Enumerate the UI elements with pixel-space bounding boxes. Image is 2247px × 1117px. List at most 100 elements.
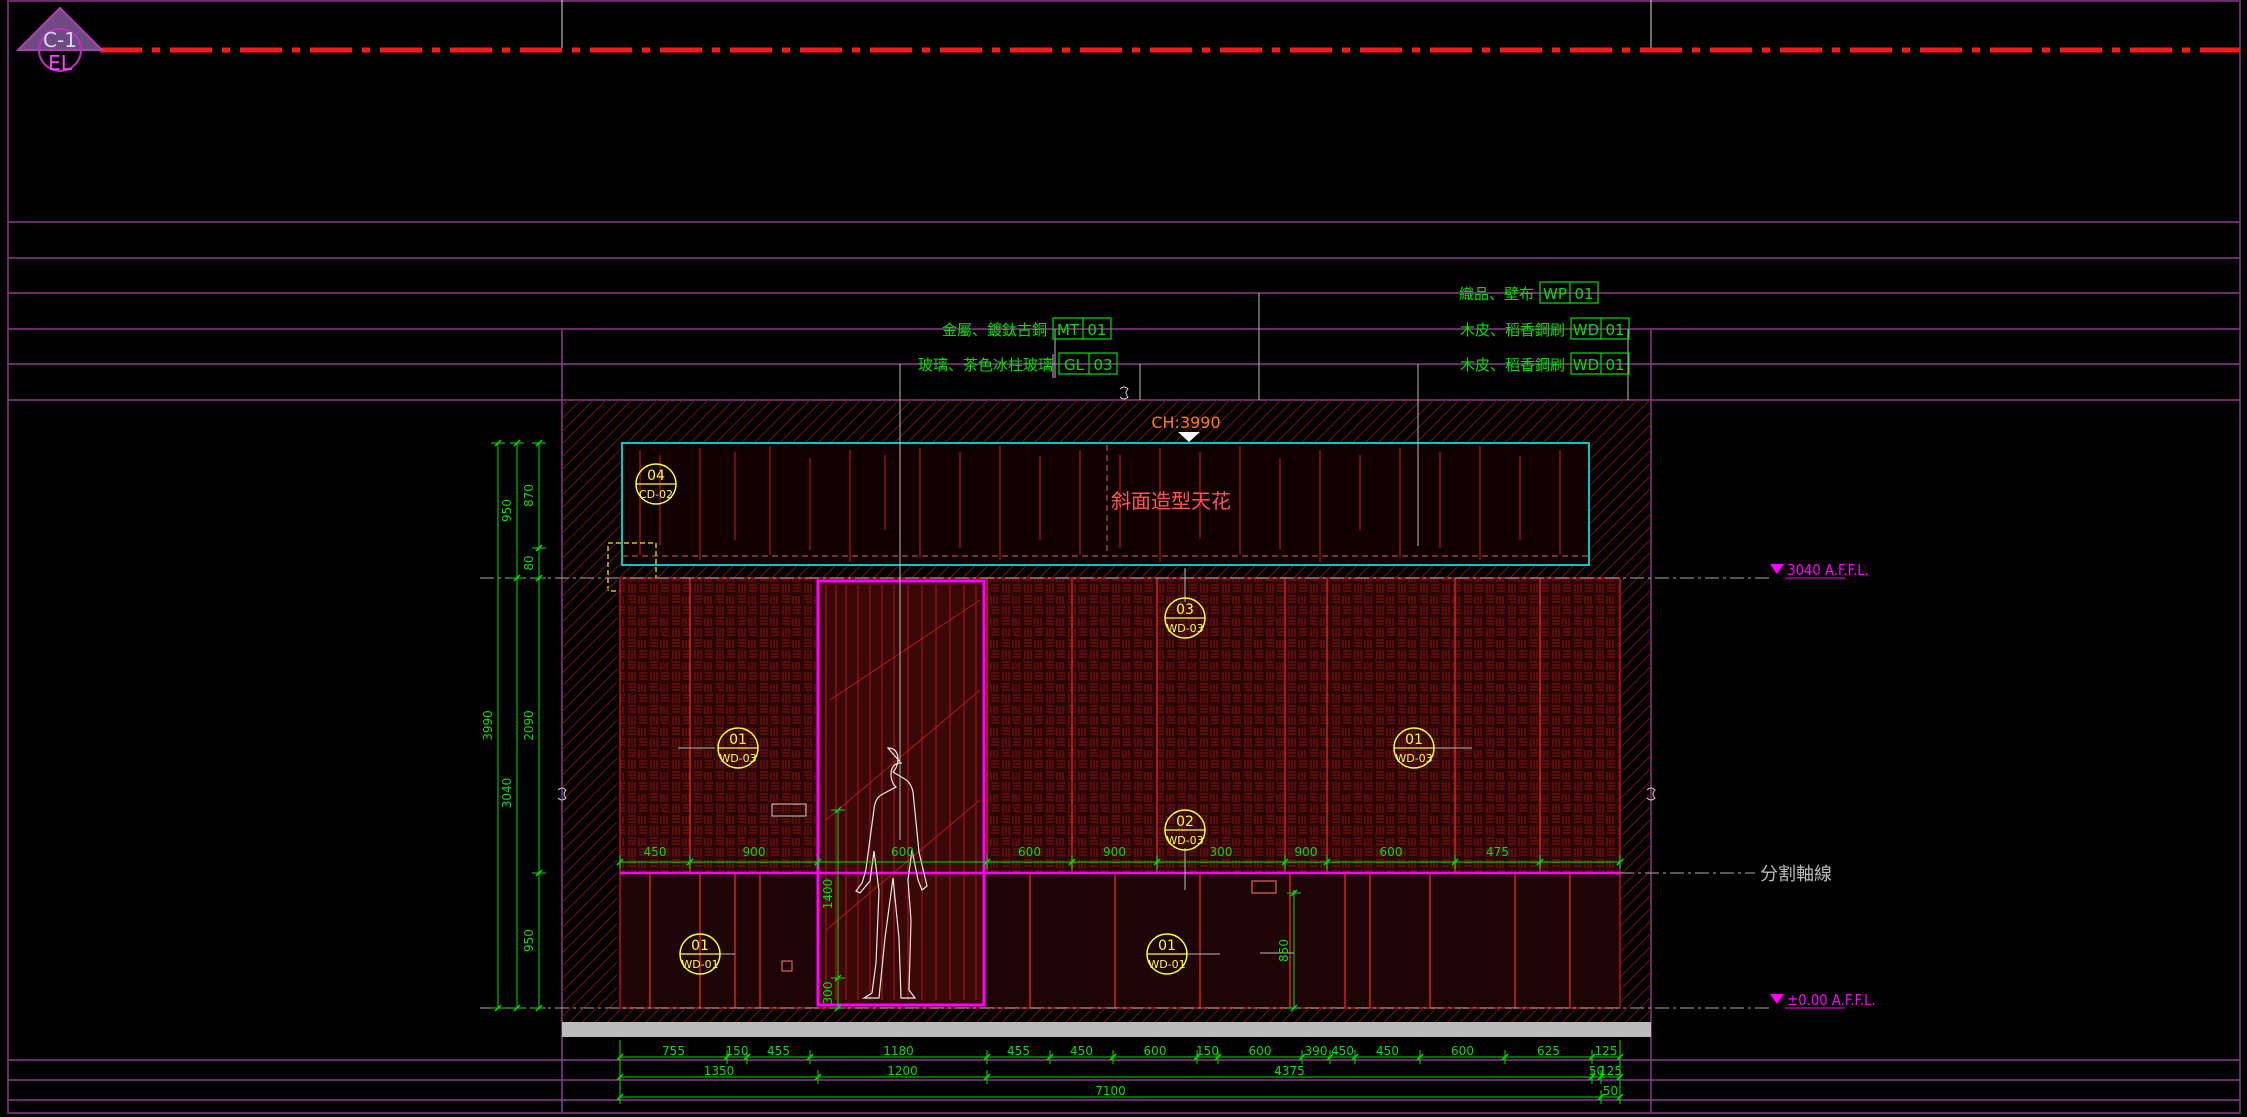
section-marker-top: C-1	[43, 28, 77, 52]
dimension-value: 600	[891, 845, 914, 859]
ceiling-zone: CH:3990 斜面造型天花	[562, 400, 1651, 592]
material-callout-code: GL	[1064, 356, 1085, 374]
detail-tag-number: 04	[647, 468, 665, 484]
dimension-value: 455	[767, 1044, 790, 1058]
detail-tag-number: 01	[1158, 938, 1176, 954]
dimension-value: 1200	[887, 1064, 918, 1078]
dimension-value: 150	[726, 1044, 749, 1058]
dimension-chain-horizontal: 755 150 455 1180 455 450 600 150 600 390 450 450 600…	[616, 1044, 1624, 1064]
material-callout-number: 01	[1087, 321, 1106, 339]
detail-tag[interactable]: 03 WD-03	[1164, 597, 1206, 639]
dimension-value: 50	[1603, 1084, 1618, 1098]
level-marker-floor-triangle	[1770, 994, 1784, 1004]
dimension-value: 7100	[1095, 1084, 1126, 1098]
dimension-value: 125	[1599, 1064, 1622, 1078]
material-callouts: 金屬、鍍鈦古銅 MT 01 玻璃、茶色冰柱玻璃 GL 03 織品、壁布 WP 01 木皮、稻香鋼刷…	[918, 281, 1630, 375]
level-marker-ceiling-text: 3040 A.F.F.L.	[1787, 562, 1869, 579]
dimension-value: 900	[1103, 845, 1126, 859]
section-marker[interactable]: C-1 EL	[15, 6, 105, 75]
dimension-value: 450	[1331, 1044, 1354, 1058]
material-callout-desc: 金屬、鍍鈦古銅	[942, 321, 1047, 339]
ceiling-height-label: CH:3990	[1151, 413, 1220, 432]
dimension-value: 125	[1595, 1044, 1618, 1058]
detail-tag[interactable]: 01 WD-01	[1146, 933, 1188, 975]
dimension-value: 390	[1305, 1044, 1328, 1058]
detail-tag-ref: WD-03	[719, 752, 756, 765]
dimension-value: 755	[662, 1044, 685, 1058]
dimension-chain-horizontal: 1350 1200 4375 50125	[616, 1064, 1624, 1084]
detail-tag-number: 01	[729, 732, 747, 748]
material-callout-number: 03	[1093, 356, 1112, 374]
material-callout-code: WD	[1573, 356, 1599, 374]
upper-wall-panels	[619, 577, 1621, 874]
dimension-value: 455	[1007, 1044, 1030, 1058]
section-marker-bottom: EL	[48, 51, 73, 75]
dimension-value: 900	[743, 845, 766, 859]
dimension-value: 950	[500, 499, 514, 522]
detail-tag[interactable]: 01 WD-03	[717, 727, 759, 769]
detail-tag-number: 01	[691, 938, 709, 954]
wall-hatch-right	[1620, 578, 1651, 1008]
detail-tag-ref: WD-03	[1166, 834, 1203, 847]
detail-tag-ref: WD-03	[1395, 752, 1432, 765]
dimension-chain-vertical: 870 80 2090 950	[522, 439, 546, 1012]
dimension-value: 600	[1018, 845, 1041, 859]
level-marker-floor-text: ±0.00 A.F.F.L.	[1787, 992, 1875, 1009]
detail-tag[interactable]: 01 WD-03	[1393, 727, 1435, 769]
material-callout-desc: 織品、壁布	[1459, 285, 1534, 303]
dimension-value: 1400	[821, 879, 835, 910]
material-callout-code: MT	[1057, 321, 1080, 339]
material-callout-number: 01	[1605, 321, 1624, 339]
dimension-value: 450	[1070, 1044, 1093, 1058]
dimension-value: 450	[644, 845, 667, 859]
detail-tag[interactable]: 02 WD-03	[1164, 809, 1206, 851]
elevation-drawing: C-1 EL CH:3990 斜面造型天花 3040 A.F.F.L. ±0.0…	[7, 0, 2241, 1114]
cut-extent-lines	[561, 0, 1652, 48]
dimension-value: 150	[1196, 1044, 1219, 1058]
dimension-value: 600	[1380, 845, 1403, 859]
dimension-chain-vertical: 3990	[481, 439, 505, 1012]
material-callout-desc: 木皮、稻香鋼刷	[1460, 321, 1565, 339]
material-callout-code: WP	[1543, 285, 1567, 303]
dimension-chain-horizontal: 7100 50	[616, 1084, 1624, 1104]
detail-tag-number: 03	[1176, 602, 1194, 618]
material-callout-desc: 木皮、稻香鋼刷	[1460, 356, 1565, 374]
level-marker-floor: ±0.00 A.F.F.L.	[1770, 992, 1876, 1009]
dimension-value: 475	[1486, 845, 1509, 859]
material-callout-code: WD	[1573, 321, 1599, 339]
material-callout-number: 01	[1574, 285, 1593, 303]
detail-tag-number: 01	[1405, 732, 1423, 748]
lower-wall-panels	[619, 872, 1621, 1009]
dimension-value: 3990	[481, 710, 495, 741]
dimension-value: 80	[522, 555, 536, 570]
dimension-value: 450	[1376, 1044, 1399, 1058]
dimension-chain-vertical: 950 3040	[500, 439, 524, 1012]
glass-door[interactable]	[816, 579, 986, 1007]
detail-tag[interactable]: 01 WD-01	[679, 933, 721, 975]
level-marker-ceiling: 3040 A.F.F.L.	[1770, 562, 1869, 579]
detail-tag-ref: WD-03	[1166, 622, 1203, 635]
material-callout-number: 01	[1605, 356, 1624, 374]
wall-zone	[480, 577, 1770, 1037]
level-marker-ceiling-triangle	[1770, 564, 1784, 574]
dimension-value: 600	[1144, 1044, 1167, 1058]
dimension-value: 2090	[522, 710, 536, 741]
split-axis-label: 分割軸線	[1760, 864, 1832, 885]
dimension-value: 950	[522, 929, 536, 952]
dimension-value: 850	[1277, 939, 1291, 962]
ceiling-recess	[621, 442, 1590, 566]
dimension-value: 1180	[883, 1044, 914, 1058]
detail-tag-ref: WD-01	[681, 958, 718, 971]
wall-hatch-left	[562, 578, 617, 1008]
floor-slab	[562, 1022, 1651, 1037]
dimension-value: 870	[522, 484, 536, 507]
dimension-value: 900	[1295, 845, 1318, 859]
ceiling-feature-label: 斜面造型天花	[1111, 489, 1231, 513]
dimension-value: 625	[1537, 1044, 1560, 1058]
dimension-value: 3040	[500, 778, 514, 809]
material-callout: 織品、壁布 WP 01	[1459, 281, 1599, 304]
dimension-value: 4375	[1274, 1064, 1305, 1078]
material-callout-desc: 玻璃、茶色冰柱玻璃	[918, 356, 1053, 374]
detail-tag[interactable]: 04 CD-02	[635, 463, 677, 505]
detail-tag-number: 02	[1176, 814, 1194, 830]
